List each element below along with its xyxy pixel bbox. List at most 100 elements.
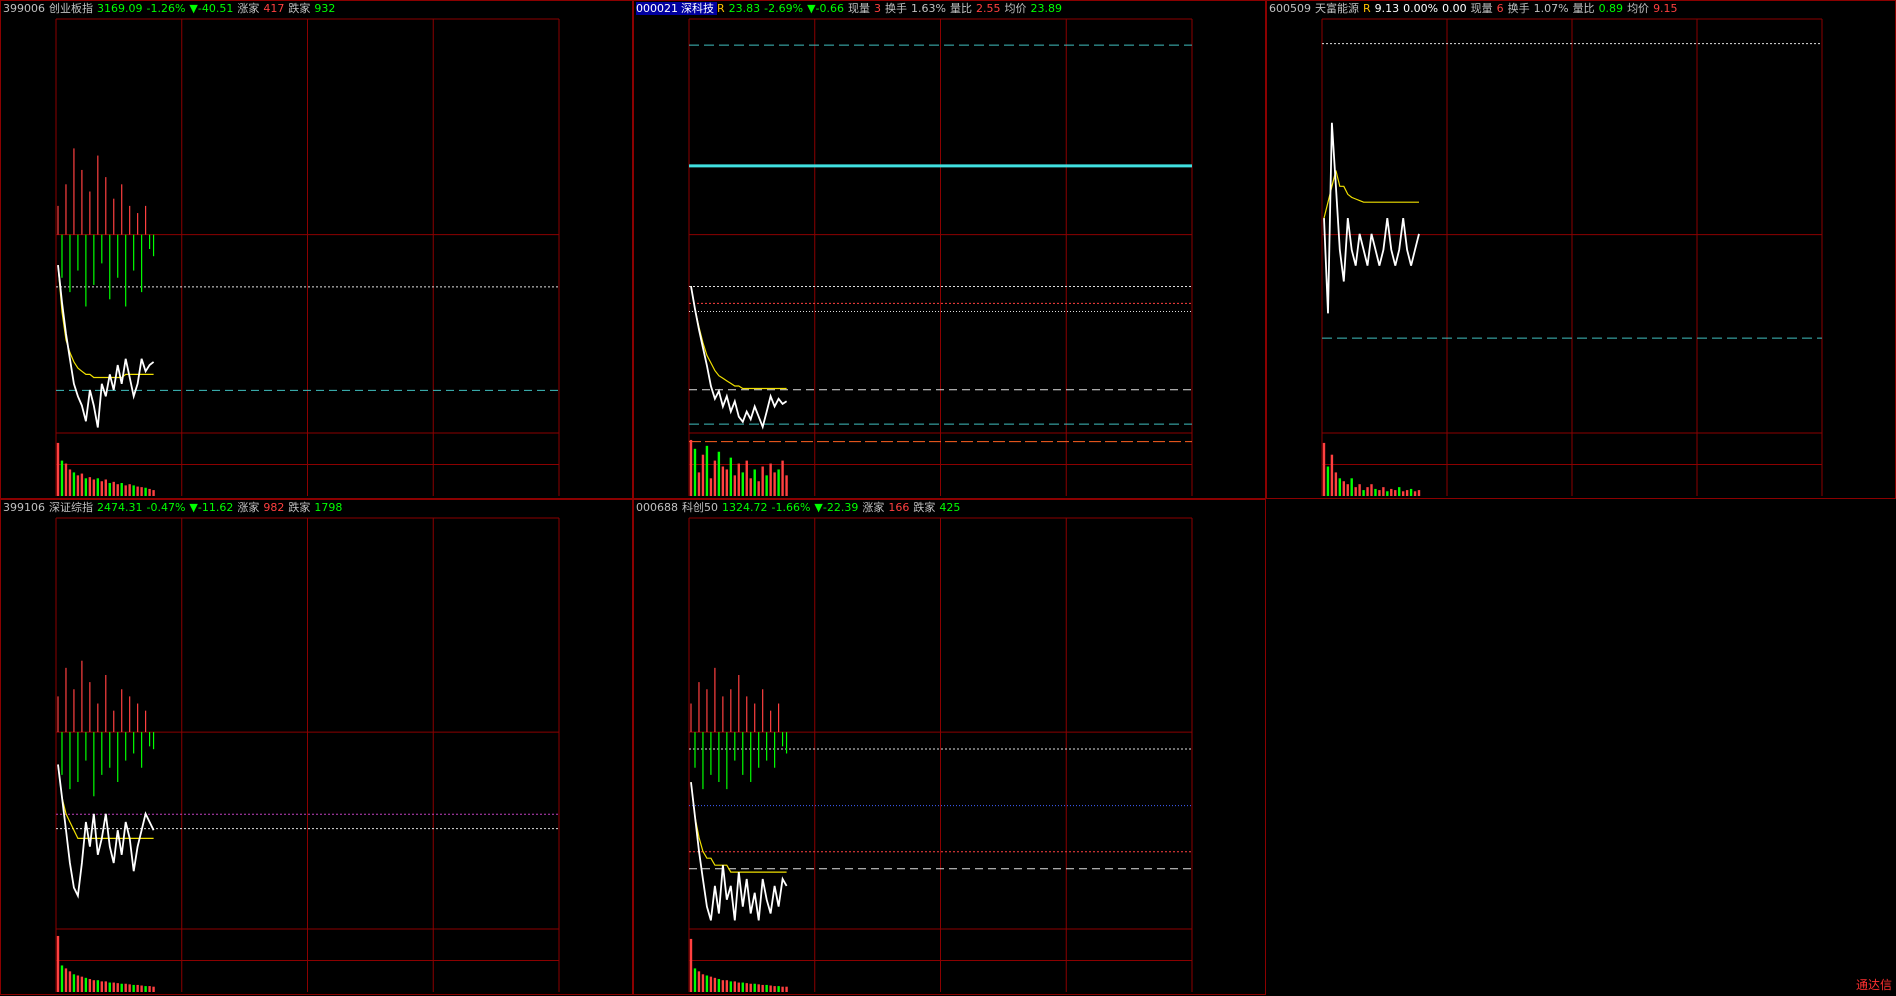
volume-bar xyxy=(693,448,697,496)
volume-bar xyxy=(781,986,784,992)
header-field: 换手 xyxy=(885,2,907,15)
header-field: 创业板指 xyxy=(49,2,93,15)
header-field: 天富能源 xyxy=(1315,2,1359,15)
volume-bar xyxy=(733,981,737,992)
volume-bar xyxy=(1378,490,1381,496)
header-field: -1.26% xyxy=(146,2,186,15)
header-field: 涨家 xyxy=(237,2,260,15)
price-line xyxy=(1323,122,1420,314)
volume-bar xyxy=(100,481,104,496)
volume-bar xyxy=(132,984,135,992)
chart-panel-p2[interactable]: 000021 深科技 R 23.83 -2.69% ▼-0.66 现量 3 换手 1.63% 量比 2… xyxy=(633,0,1266,499)
header-field: 深科技 xyxy=(681,2,717,15)
volume-bar xyxy=(140,487,143,496)
header-field: 6 xyxy=(1496,2,1504,15)
volume-bar xyxy=(76,475,80,496)
chart-panel-p5[interactable]: 000688 科创50 1324.72 -1.66% ▼-22.39 涨家 166 跌家 425 xyxy=(633,499,1266,995)
volume-bar xyxy=(773,472,776,496)
average-price-line xyxy=(57,265,154,379)
header-field: 跌家 xyxy=(913,501,936,514)
volume-bar xyxy=(765,984,768,992)
volume-bar xyxy=(697,971,701,992)
volume-bar xyxy=(104,981,107,992)
header-field: 2474.31 xyxy=(97,501,143,514)
volume-bar xyxy=(769,463,772,496)
volume-bar xyxy=(749,983,752,992)
volume-bar xyxy=(96,980,100,992)
chart-panel-p3[interactable]: 600509 天富能源 R 9.13 0.00% 0.00 现量 6 换手 1.07% 量比 0.89… xyxy=(1266,0,1896,499)
volume-bar xyxy=(1370,484,1373,496)
empty-area xyxy=(1266,499,1896,995)
volume-bar xyxy=(777,986,780,992)
volume-bar xyxy=(725,469,729,496)
volume-bar xyxy=(757,481,760,496)
volume-bar xyxy=(120,983,123,992)
volume-bar xyxy=(1398,487,1401,496)
volume-bar xyxy=(705,975,709,992)
header-field: 量比 xyxy=(1572,2,1595,15)
chart-panel-p4[interactable]: 399106 深证综指 2474.31 -0.47% ▼-11.62 涨家 982 跌家 179… xyxy=(0,499,633,995)
quote-header: 399006 创业板指 3169.09 -1.26% ▼-40.51 涨家 417 跌家 932 xyxy=(3,2,339,16)
volume-bar xyxy=(1374,488,1377,496)
header-field: 23.89 xyxy=(1030,2,1062,15)
header-field: 1.63% xyxy=(911,2,946,15)
header-field: 9.15 xyxy=(1653,2,1678,15)
volume-bar xyxy=(104,479,107,496)
volume-bar xyxy=(148,488,151,496)
volume-bar xyxy=(729,457,733,496)
volume-bar xyxy=(1346,484,1349,496)
volume-bar xyxy=(144,487,147,496)
chart-panel-p1[interactable]: 399006 创业板指 3169.09 -1.26% ▼-40.51 涨家 417 跌家 932 xyxy=(0,0,633,499)
header-field: 1798 xyxy=(314,501,343,514)
volume-bar xyxy=(737,982,740,992)
header-field: 0.00% xyxy=(1403,2,1439,15)
average-price-line xyxy=(690,286,787,390)
volume-bar xyxy=(1405,490,1409,496)
volume-bar xyxy=(1334,472,1338,496)
volume-bar xyxy=(132,485,135,496)
quote-header: 600509 天富能源 R 9.13 0.00% 0.00 现量 6 换手 1.07% 量比 0.89… xyxy=(1269,2,1682,16)
header-field: ▼-22.39 xyxy=(814,501,859,514)
volume-bar xyxy=(144,986,147,992)
volume-bar xyxy=(761,984,764,992)
header-field: ▼-0.66 xyxy=(807,2,844,15)
intraday-chart xyxy=(688,517,1193,992)
volume-bar xyxy=(1386,491,1389,496)
volume-bar xyxy=(785,475,788,496)
header-field: 600509 xyxy=(1269,2,1311,15)
volume-bar xyxy=(120,483,123,496)
intraday-chart xyxy=(55,517,560,992)
volume-bar xyxy=(753,983,756,992)
header-field: 量比 xyxy=(949,2,972,15)
volume-bar xyxy=(705,445,709,496)
volume-bar xyxy=(56,442,60,496)
quote-header: 000021 深科技 R 23.83 -2.69% ▼-0.66 现量 3 换手 1.63% 量比 2… xyxy=(636,2,1066,16)
header-field: 跌家 xyxy=(288,501,311,514)
volume-bar xyxy=(697,472,701,496)
volume-bar xyxy=(713,977,717,992)
volume-bar xyxy=(84,478,88,496)
header-field: 0.89 xyxy=(1598,2,1624,15)
header-field: 现量 xyxy=(1470,2,1493,15)
header-field: 1324.72 xyxy=(722,501,768,514)
volume-bar xyxy=(1358,484,1361,496)
volume-bar xyxy=(80,976,84,992)
header-field: 2.55 xyxy=(975,2,1001,15)
volume-bar xyxy=(785,986,788,992)
header-field: 982 xyxy=(263,501,285,514)
volume-bar xyxy=(56,935,60,992)
volume-bar xyxy=(1354,487,1357,496)
header-field: -1.66% xyxy=(771,501,811,514)
header-field: 深证综指 xyxy=(49,501,93,514)
volume-bar xyxy=(1413,491,1417,496)
volume-bar xyxy=(76,975,80,992)
intraday-chart xyxy=(55,18,560,496)
volume-bar xyxy=(116,983,119,992)
volume-bar xyxy=(701,974,705,992)
volume-bar xyxy=(1390,488,1393,496)
volume-bar xyxy=(68,971,72,992)
header-field: 涨家 xyxy=(237,501,260,514)
volume-bar xyxy=(124,485,127,496)
volume-bar xyxy=(1322,442,1326,496)
volume-bar xyxy=(729,981,733,992)
